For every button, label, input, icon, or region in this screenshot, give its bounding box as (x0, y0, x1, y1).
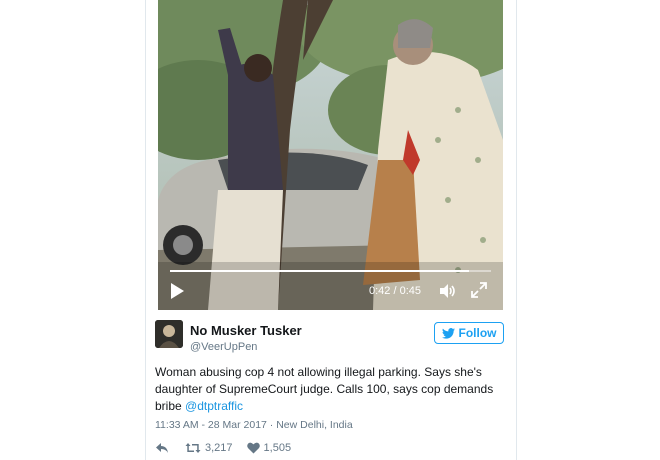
heart-icon (246, 442, 260, 454)
fullscreen-button[interactable] (471, 282, 487, 298)
play-button[interactable] (168, 281, 186, 301)
tweet-timestamp[interactable]: 11:33 AM - 28 Mar 2017 (155, 419, 267, 431)
reply-button[interactable] (155, 442, 169, 454)
like-button[interactable]: 1,505 (246, 442, 292, 454)
retweet-count: 3,217 (205, 442, 233, 454)
tweet-actions: 3,217 1,505 (155, 440, 291, 456)
reply-icon (156, 443, 168, 453)
meta-separator: · (269, 419, 274, 431)
author-name[interactable]: No Musker Tusker (190, 323, 302, 338)
tweet-text: Woman abusing cop 4 not allowing illegal… (155, 364, 500, 415)
progress-fill (170, 270, 469, 272)
tweet-meta: 11:33 AM - 28 Mar 2017 · New Delhi, Indi… (155, 419, 353, 431)
video-player[interactable]: 0:42 / 0:45 (158, 0, 503, 310)
follow-button[interactable]: Follow (434, 322, 504, 344)
play-icon (171, 283, 184, 299)
tweet-location[interactable]: New Delhi, India (276, 419, 352, 431)
video-time: 0:42 / 0:45 (369, 285, 421, 297)
follow-label: Follow (458, 326, 497, 340)
video-frame (158, 0, 503, 310)
retweet-icon (185, 443, 201, 453)
author-handle[interactable]: @VeerUpPen (190, 341, 257, 353)
progress-bar[interactable] (170, 270, 491, 272)
fullscreen-icon (471, 282, 487, 298)
mention-link[interactable]: @dtptraffic (185, 399, 243, 413)
avatar-image (155, 320, 183, 348)
retweet-button[interactable]: 3,217 (185, 442, 233, 454)
volume-button[interactable] (439, 283, 457, 299)
volume-icon (440, 284, 455, 298)
avatar[interactable] (155, 320, 183, 348)
twitter-bird-icon (441, 327, 455, 339)
like-count: 1,505 (263, 442, 292, 454)
